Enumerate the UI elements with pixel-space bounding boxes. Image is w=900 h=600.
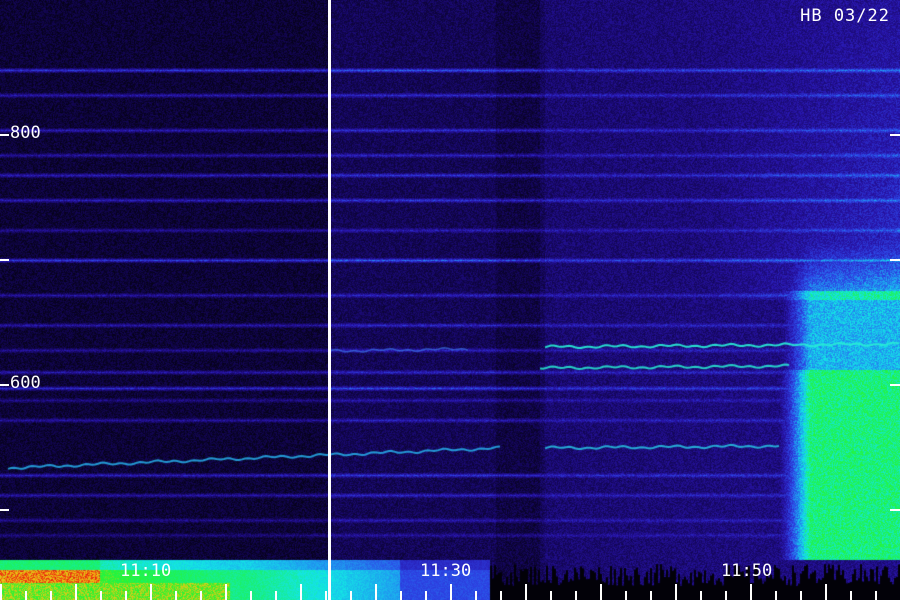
right-tick	[890, 509, 900, 511]
bottom-tick	[225, 584, 227, 600]
left-tick	[0, 134, 9, 136]
bottom-tick	[825, 584, 827, 600]
bottom-tick	[775, 591, 777, 600]
right-tick	[890, 259, 900, 261]
bottom-tick	[25, 591, 27, 600]
bottom-tick	[550, 591, 552, 600]
right-tick	[890, 384, 900, 386]
bottom-tick	[725, 591, 727, 600]
time-label-1150: 11:50	[721, 561, 773, 581]
bottom-tick	[475, 591, 477, 600]
bottom-tick	[50, 591, 52, 600]
bottom-tick	[850, 591, 852, 600]
bottom-tick	[875, 591, 877, 600]
bottom-tick	[75, 584, 77, 600]
bottom-tick	[750, 584, 752, 600]
bottom-tick	[675, 584, 677, 600]
bottom-tick	[125, 591, 127, 600]
left-tick	[0, 509, 9, 511]
bottom-tick	[575, 591, 577, 600]
station-date-label: HB 03/22	[800, 6, 890, 26]
spectrogram-image	[0, 0, 900, 600]
bottom-tick	[375, 584, 377, 600]
bottom-tick	[275, 591, 277, 600]
bottom-tick	[400, 591, 402, 600]
bottom-tick	[800, 591, 802, 600]
left-tick	[0, 259, 9, 261]
frequency-label-600: 600	[10, 373, 41, 393]
bottom-tick	[450, 584, 452, 600]
bottom-tick	[500, 591, 502, 600]
spectrogram-panel: HB 03/22 800 600 11:10 11:30 11:50	[0, 0, 900, 600]
bottom-tick	[0, 584, 2, 600]
frequency-label-800: 800	[10, 123, 41, 143]
bottom-tick	[600, 584, 602, 600]
bottom-tick	[150, 584, 152, 600]
bottom-tick	[200, 591, 202, 600]
bottom-tick	[100, 591, 102, 600]
time-cursor-line[interactable]	[328, 0, 331, 600]
bottom-tick	[625, 591, 627, 600]
bottom-tick	[350, 591, 352, 600]
bottom-tick	[650, 591, 652, 600]
bottom-tick	[525, 584, 527, 600]
bottom-tick	[175, 591, 177, 600]
time-label-1130: 11:30	[420, 561, 472, 581]
bottom-tick	[700, 591, 702, 600]
bottom-tick	[325, 591, 327, 600]
time-label-1110: 11:10	[120, 561, 172, 581]
bottom-tick	[300, 584, 302, 600]
bottom-tick	[425, 591, 427, 600]
bottom-tick	[250, 591, 252, 600]
left-tick	[0, 384, 9, 386]
right-tick	[890, 134, 900, 136]
